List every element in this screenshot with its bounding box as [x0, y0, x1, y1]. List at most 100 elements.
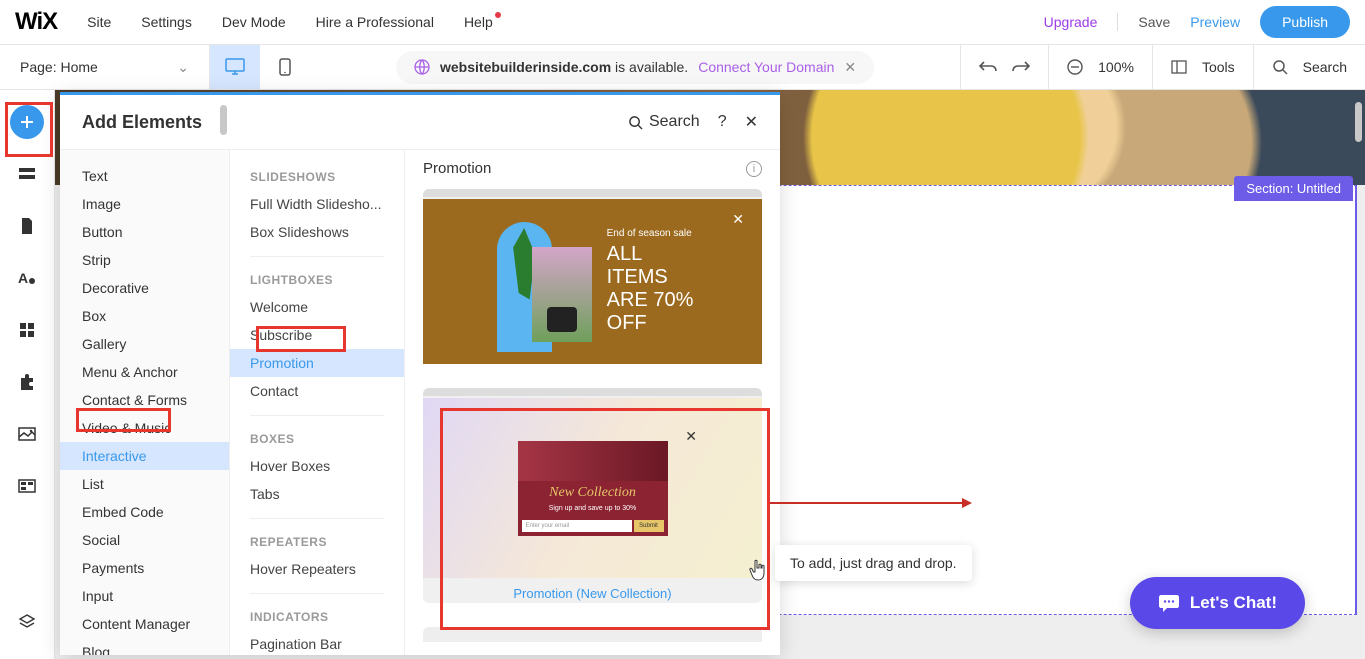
preview-column[interactable]: Promotion i ✕ End of season sale ALL	[405, 150, 780, 655]
preview-line2: ITEMS	[607, 266, 694, 289]
zoom-control[interactable]: 100%	[1048, 45, 1152, 89]
scrollbar-thumb[interactable]	[1355, 102, 1362, 142]
sub-hover-repeaters[interactable]: Hover Repeaters	[230, 555, 404, 583]
menu-dev-mode[interactable]: Dev Mode	[222, 14, 286, 30]
tools-button[interactable]: Tools	[1152, 45, 1253, 89]
preview-promotion-sale[interactable]: ✕ End of season sale ALL ITEMS ARE 70% O…	[423, 189, 762, 364]
cat-content-manager[interactable]: Content Manager	[60, 610, 229, 638]
pages-button[interactable]	[10, 209, 44, 243]
sub-promotion[interactable]: Promotion	[230, 349, 404, 377]
cat-interactive[interactable]: Interactive	[60, 442, 229, 470]
cat-button[interactable]: Button	[60, 218, 229, 246]
preview-subtitle: End of season sale	[607, 228, 694, 239]
sub-fullwidth-slideshow[interactable]: Full Width Slidesho...	[230, 190, 404, 218]
subgroup-slideshows: SLIDESHOWS	[230, 164, 404, 190]
close-icon: ✕	[685, 428, 697, 445]
cat-box[interactable]: Box	[60, 302, 229, 330]
media-button[interactable]	[10, 417, 44, 451]
subgroup-lightboxes: LIGHTBOXES	[230, 267, 404, 293]
preview-title: New Collection	[518, 481, 668, 505]
search-button[interactable]: Search	[1253, 45, 1365, 89]
layers-button[interactable]	[10, 605, 44, 639]
cat-social[interactable]: Social	[60, 526, 229, 554]
subgroup-repeaters: REPEATERS	[230, 529, 404, 555]
drag-tooltip: To add, just drag and drop.	[775, 545, 972, 581]
plus-icon	[19, 114, 35, 130]
redo-button[interactable]	[1012, 59, 1030, 75]
preview-button[interactable]: Preview	[1190, 14, 1240, 30]
cat-decorative[interactable]: Decorative	[60, 274, 229, 302]
notification-dot-icon	[495, 12, 501, 18]
preview-inner-card: New Collection Sign up and save up to 30…	[518, 441, 668, 536]
page-selector-label: Page: Home	[20, 59, 98, 75]
sub-tabs[interactable]: Tabs	[230, 480, 404, 508]
preview-photo	[532, 247, 592, 342]
cat-payments[interactable]: Payments	[60, 554, 229, 582]
divider	[250, 256, 384, 257]
preview-form-row: Enter your email Submit	[518, 516, 668, 536]
cat-embed-code[interactable]: Embed Code	[60, 498, 229, 526]
sections-button[interactable]	[10, 157, 44, 191]
menu-settings[interactable]: Settings	[141, 14, 192, 30]
search-icon	[1272, 59, 1288, 75]
chat-button[interactable]: Let's Chat!	[1130, 577, 1305, 629]
preview-promotion-new-collection[interactable]: ✕ New Collection Sign up and save up to …	[423, 388, 762, 603]
panel-help-button[interactable]: ?	[718, 113, 727, 131]
undo-button[interactable]	[979, 59, 997, 75]
cat-list[interactable]: List	[60, 470, 229, 498]
preview-next-card[interactable]	[423, 627, 762, 642]
add-elements-button[interactable]	[10, 105, 44, 139]
sub-contact[interactable]: Contact	[230, 377, 404, 405]
sub-subscribe[interactable]: Subscribe	[230, 321, 404, 349]
preview-submit-button: Submit	[634, 520, 664, 532]
sections-icon	[18, 167, 36, 181]
section-label[interactable]: Section: Untitled	[1234, 176, 1353, 201]
content-icon	[18, 479, 36, 493]
sub-hover-boxes[interactable]: Hover Boxes	[230, 452, 404, 480]
wix-logo[interactable]: WiX	[15, 8, 57, 36]
sub-welcome[interactable]: Welcome	[230, 293, 404, 321]
save-button[interactable]: Save	[1138, 14, 1170, 30]
panel-title: Add Elements	[82, 112, 610, 133]
left-tool-rail: A	[0, 90, 55, 659]
panel-search-button[interactable]: Search	[628, 113, 700, 131]
design-button[interactable]: A	[10, 261, 44, 295]
sub-box-slideshows[interactable]: Box Slideshows	[230, 218, 404, 246]
subgroup-boxes: BOXES	[230, 426, 404, 452]
panel-search-label: Search	[649, 113, 700, 131]
connect-domain-link[interactable]: Connect Your Domain	[698, 59, 834, 75]
publish-button[interactable]: Publish	[1260, 6, 1350, 38]
menu-help[interactable]: Help	[464, 14, 493, 30]
info-icon[interactable]: i	[746, 161, 762, 177]
cat-text[interactable]: Text	[60, 162, 229, 190]
menu-hire-professional[interactable]: Hire a Professional	[316, 14, 434, 30]
cat-strip[interactable]: Strip	[60, 246, 229, 274]
preview-line1: ALL	[607, 243, 694, 266]
page-icon	[20, 217, 34, 235]
cat-input[interactable]: Input	[60, 582, 229, 610]
panel-close-button[interactable]: ✕	[745, 112, 758, 132]
desktop-view-button[interactable]	[210, 45, 260, 89]
category-column[interactable]: Text Image Button Strip Decorative Box G…	[60, 150, 230, 655]
sub-pagination-bar[interactable]: Pagination Bar	[230, 630, 404, 655]
close-icon[interactable]: ✕	[844, 59, 856, 76]
top-menu-bar: WiX Site Settings Dev Mode Hire a Profes…	[0, 0, 1365, 45]
business-button[interactable]	[10, 365, 44, 399]
page-selector[interactable]: Page: Home ⌄	[0, 45, 210, 89]
device-switcher	[210, 45, 310, 89]
cat-blog[interactable]: Blog	[60, 638, 229, 655]
zoom-icon	[1067, 59, 1083, 75]
mobile-view-button[interactable]	[260, 45, 310, 89]
tools-label: Tools	[1202, 59, 1235, 75]
menu-site[interactable]: Site	[87, 14, 111, 30]
apps-button[interactable]	[10, 313, 44, 347]
cat-contact-forms[interactable]: Contact & Forms	[60, 386, 229, 414]
cat-gallery[interactable]: Gallery	[60, 330, 229, 358]
cat-video-music[interactable]: Video & Music	[60, 414, 229, 442]
subcategory-column[interactable]: SLIDESHOWS Full Width Slidesho... Box Sl…	[230, 150, 405, 655]
cat-menu-anchor[interactable]: Menu & Anchor	[60, 358, 229, 386]
content-button[interactable]	[10, 469, 44, 503]
apps-icon	[19, 322, 35, 338]
upgrade-link[interactable]: Upgrade	[1044, 14, 1098, 30]
cat-image[interactable]: Image	[60, 190, 229, 218]
